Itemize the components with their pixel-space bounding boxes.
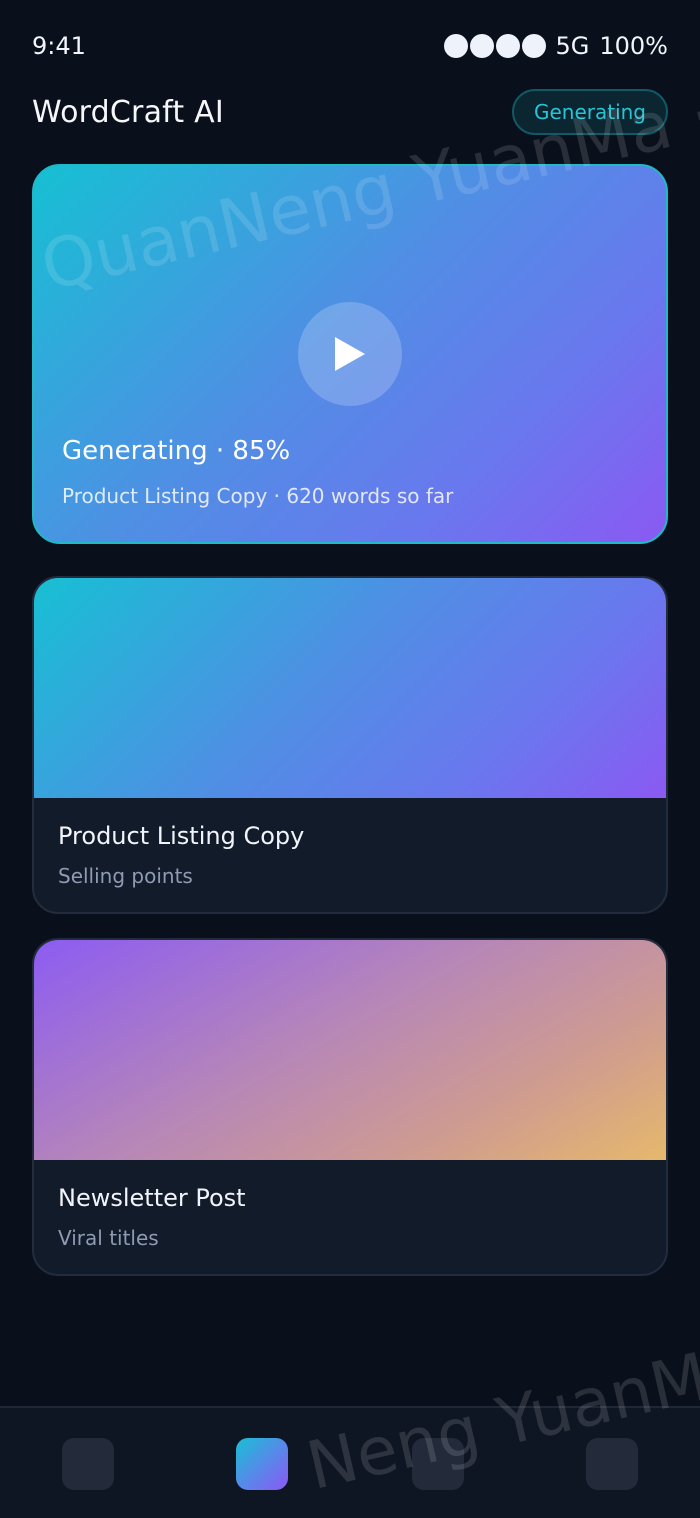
card-title: Newsletter Post [58,1184,246,1212]
card-thumbnail [34,578,666,798]
card-subtitle: Viral titles [58,1226,159,1250]
generation-subtitle: Product Listing Copy · 620 words so far [62,484,454,508]
tab-profile[interactable] [586,1438,638,1490]
template-card-product-listing[interactable]: Product Listing Copy Selling points [32,576,668,914]
app-title: WordCraft AI [32,94,224,130]
card-thumbnail [34,940,666,1160]
status-indicators: 5G 100% [443,32,668,60]
bottom-tab-bar [0,1406,700,1518]
signal-dot [469,34,494,58]
template-card-newsletter[interactable]: Newsletter Post Viral titles [32,938,668,1276]
signal-dot [443,34,468,58]
signal-dot [521,34,546,58]
card-subtitle: Selling points [58,864,193,888]
signal-dot [495,34,520,58]
generating-badge[interactable]: Generating [511,89,668,135]
tab-home[interactable] [62,1438,114,1490]
app-header: WordCraft AI Generating [32,84,668,140]
tab-create[interactable] [236,1438,288,1490]
status-bar: 9:41 5G 100% [32,26,668,66]
generation-hero-card[interactable]: Generating · 85% Product Listing Copy · … [32,164,668,544]
play-icon [335,337,365,371]
play-button[interactable] [298,302,402,406]
signal-icon [443,34,546,58]
generation-status: Generating · 85% [62,436,291,466]
tab-library[interactable] [412,1438,464,1490]
battery-level: 100% [599,32,668,60]
network-type: 5G [555,32,590,60]
status-time: 9:41 [32,32,86,60]
card-title: Product Listing Copy [58,822,305,850]
